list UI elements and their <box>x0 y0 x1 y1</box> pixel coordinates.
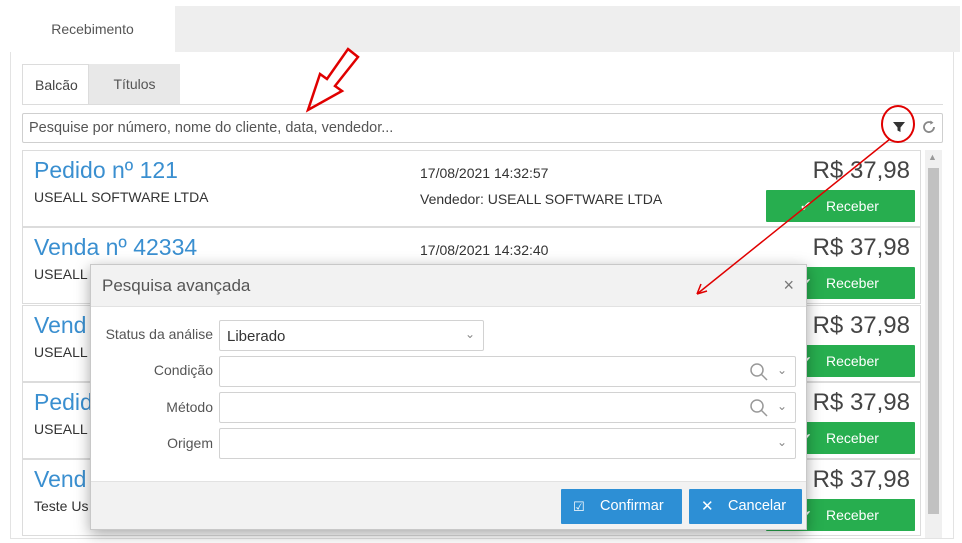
receber-label: Receber <box>826 507 879 523</box>
condicao-label: Condição <box>153 362 213 378</box>
tab-titulos[interactable]: Títulos <box>89 64 180 105</box>
item-title[interactable]: Venda nº 42334 <box>34 234 197 261</box>
item-price: R$ 37,98 <box>812 157 910 184</box>
search-icon[interactable] <box>749 362 769 382</box>
close-icon: ✕ <box>701 498 714 515</box>
receber-label: Receber <box>826 275 879 291</box>
refresh-icon[interactable] <box>920 118 938 136</box>
list-item[interactable]: Pedido nº 121 USEALL SOFTWARE LTDA 17/08… <box>22 150 921 227</box>
item-title[interactable]: Vend <box>34 312 86 339</box>
item-title[interactable]: Vend <box>34 466 86 493</box>
item-price: R$ 37,98 <box>812 466 910 493</box>
item-client: USEALL <box>34 344 88 360</box>
item-client: USEALL <box>34 266 88 282</box>
scroll-up-arrow-icon[interactable]: ▲ <box>928 152 937 162</box>
chevron-down-icon[interactable]: ⌄ <box>777 399 787 413</box>
confirm-label: Confirmar <box>600 498 664 514</box>
annotation-circle <box>881 105 915 143</box>
item-title[interactable]: Pedido nº 121 <box>34 157 178 184</box>
item-client: USEALL SOFTWARE LTDA <box>34 189 209 205</box>
condicao-field[interactable]: ⌄ <box>219 356 796 387</box>
tabs-divider <box>22 104 943 105</box>
metodo-label: Método <box>166 399 213 415</box>
item-title[interactable]: Pedid <box>34 389 93 416</box>
chevron-down-icon: ⌄ <box>776 435 787 449</box>
origem-select[interactable]: ⌄ <box>219 428 796 459</box>
scrollbar-thumb[interactable] <box>928 168 939 514</box>
edit-check-icon: ☑ <box>573 499 585 514</box>
confirm-button[interactable]: ☑ Confirmar <box>561 489 682 524</box>
item-seller: Vendedor: USEALL SOFTWARE LTDA <box>420 191 663 207</box>
close-icon[interactable]: × <box>783 275 794 296</box>
advanced-search-dialog: Pesquisa avançada × Status da análise Li… <box>90 264 807 530</box>
search-icon[interactable] <box>749 398 769 418</box>
cancel-button[interactable]: ✕ Cancelar <box>689 489 802 524</box>
status-label: Status da análise <box>105 326 213 342</box>
receber-label: Receber <box>826 430 879 446</box>
metodo-field[interactable]: ⌄ <box>219 392 796 423</box>
status-value: Liberado <box>227 328 286 345</box>
search-input[interactable] <box>23 114 873 142</box>
dialog-header: Pesquisa avançada × <box>91 265 806 307</box>
item-date: 17/08/2021 14:32:57 <box>420 165 549 181</box>
chevron-down-icon[interactable]: ⌄ <box>777 363 787 377</box>
tab-recebimento[interactable]: Recebimento <box>10 6 175 52</box>
item-price: R$ 37,98 <box>812 234 910 261</box>
status-select[interactable]: Liberado ⌄ <box>219 320 484 351</box>
check-icon: ✔ <box>800 198 812 214</box>
receber-label: Receber <box>826 353 879 369</box>
receber-label: Receber <box>826 198 879 214</box>
tab-balcao[interactable]: Balcão <box>22 64 89 105</box>
item-price: R$ 37,98 <box>812 389 910 416</box>
receber-button[interactable]: ✔ Receber <box>766 190 915 222</box>
search-bar <box>22 113 943 143</box>
item-date: 17/08/2021 14:32:40 <box>420 242 549 258</box>
dialog-title: Pesquisa avançada <box>102 276 251 295</box>
item-client: USEALL <box>34 421 88 437</box>
item-client: Teste Us <box>34 498 89 514</box>
origem-label: Origem <box>167 435 213 451</box>
item-price: R$ 37,98 <box>812 312 910 339</box>
dialog-footer: ☑ Confirmar ✕ Cancelar <box>91 481 806 529</box>
chevron-down-icon: ⌄ <box>464 327 475 341</box>
cancel-label: Cancelar <box>728 498 787 514</box>
